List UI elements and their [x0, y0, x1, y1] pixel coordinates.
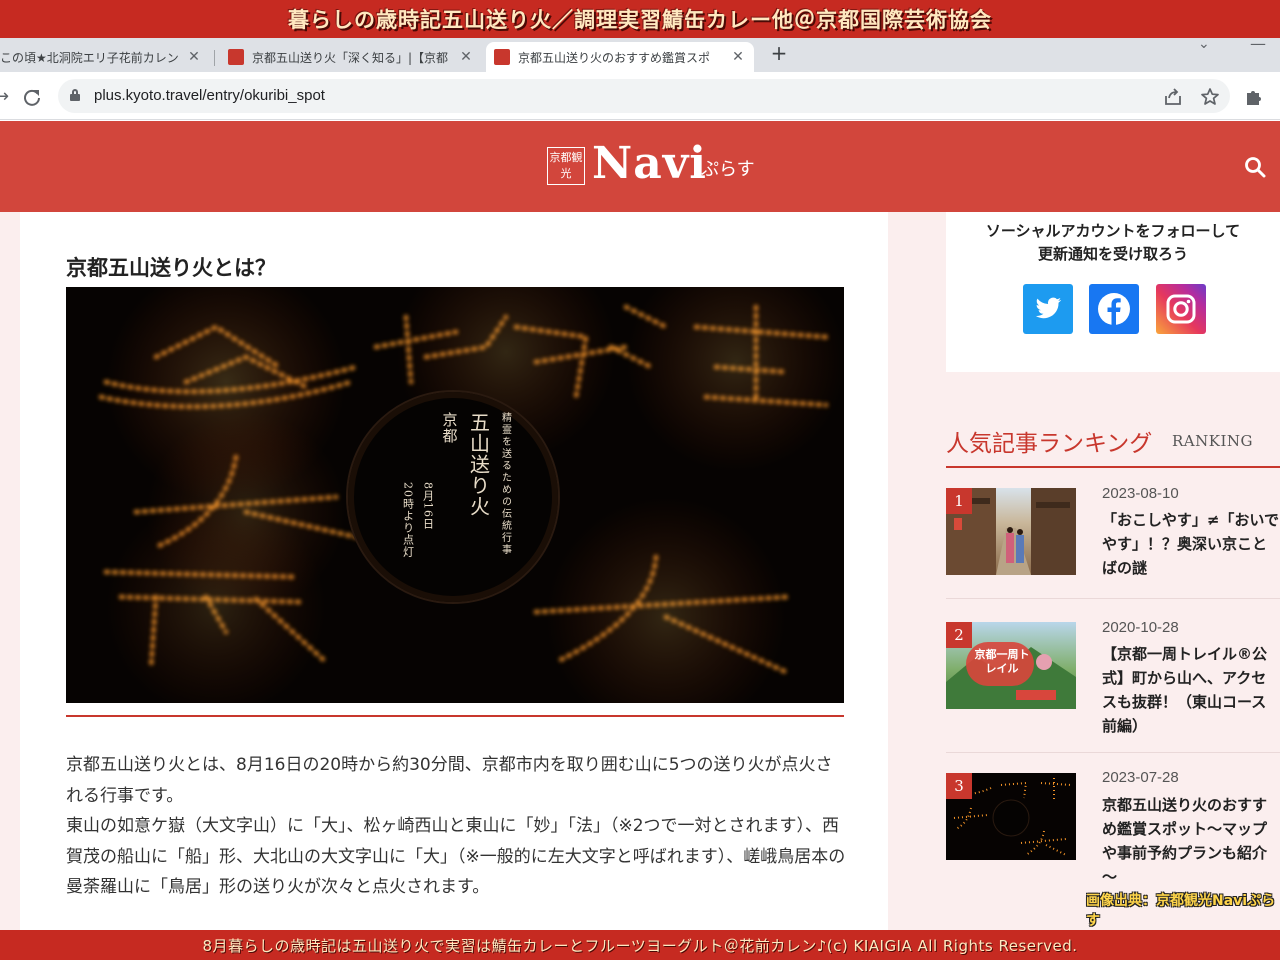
site-logo-sub[interactable]: ぷらす — [701, 155, 755, 181]
social-follow-line2: 更新通知を受け取ろう — [1037, 245, 1188, 263]
article-paragraph: 京都五山送り火とは、8月16日の20時から約30分間、京都市内を取り囲む山に5つ… — [66, 755, 833, 806]
reload-icon[interactable] — [22, 87, 42, 107]
trail-thumb-text: 京都一周トレイル — [974, 648, 1030, 675]
ranking-date-2: 2020-10-28 — [1102, 619, 1179, 636]
tab-1-label: この頃★北洞院エリ子花前カレン — [0, 50, 178, 65]
share-icon[interactable] — [1163, 87, 1183, 107]
hero-caption-line1: 精霊を送るための伝統行事 — [499, 412, 511, 556]
tab-search-chevron-icon[interactable]: ⌄ — [1198, 36, 1210, 52]
site-logo-navi[interactable]: Navi — [592, 138, 707, 189]
ranking-separator — [946, 598, 1280, 599]
site-logo-mark[interactable]: 京都観光 — [547, 147, 585, 185]
bottom-banner-text: 8月暮らしの歳時記は五山送り火で実習は鯖缶カレーとフルーツヨーグルト＠花前カレン… — [202, 936, 1078, 955]
hero-caption-line5: 20時より点灯 — [401, 482, 415, 558]
ranking-date-3: 2023-07-28 — [1102, 769, 1179, 786]
section-title: 京都五山送り火とは？ — [66, 256, 276, 280]
site-favicon-icon — [494, 49, 510, 65]
tab-3-active[interactable]: 京都五山送り火のおすすめ鑑賞スポ ✕ — [486, 42, 754, 72]
tab-close-icon[interactable]: ✕ — [186, 49, 202, 65]
instagram-icon — [1166, 294, 1196, 324]
twitter-bird-icon — [1035, 297, 1062, 319]
search-icon[interactable] — [1244, 156, 1266, 178]
hero-caption: 精霊を送るための伝統行事 五山送り火 京都 8月16日 20時より点灯 — [396, 412, 516, 582]
hero-caption-line4: 8月16日 — [421, 482, 435, 530]
tab-separator — [214, 50, 215, 66]
ranking-separator — [946, 752, 1280, 753]
hero-caption-line3: 五山送り火 — [466, 412, 491, 517]
top-banner-text: 暮らしの歳時記五山送り火／調理実習鯖缶カレー他＠京都国際芸術協会 — [288, 8, 992, 32]
arrow-left-icon[interactable]: → — [0, 86, 9, 107]
okuribi-hero-image: 精霊を送るための伝統行事 五山送り火 京都 8月16日 20時より点灯 — [66, 287, 844, 703]
article-body: 京都五山送り火とは、8月16日の20時から約30分間、京都市内を取り囲む山に5つ… — [66, 750, 846, 903]
hero-caption-line2: 京都 — [440, 412, 459, 444]
ranking-number-3: 3 — [946, 773, 972, 799]
minimize-icon[interactable]: — — [1250, 34, 1266, 53]
tab-2-label: 京都五山送り火「深く知る」|【京都 — [252, 50, 449, 65]
social-follow-text: ソーシャルアカウントをフォローして 更新通知を受け取ろう — [946, 220, 1280, 266]
facebook-icon — [1098, 293, 1130, 325]
new-tab-button[interactable]: + — [768, 42, 790, 64]
instagram-button[interactable] — [1156, 284, 1206, 334]
image-credit: 画像出典：京都観光Naviぷらす — [1086, 893, 1276, 929]
ranking-number-1: 1 — [946, 488, 972, 514]
twitter-button[interactable] — [1023, 284, 1073, 334]
ranking-en-label: RANKING — [1172, 432, 1253, 450]
ranking-date-1: 2023-08-10 — [1102, 485, 1179, 502]
tab-bar: この頃★北洞院エリ子花前カレン ✕ 京都五山送り火「深く知る」|【京都 ✕ 京都… — [0, 38, 1280, 72]
tab-2[interactable]: 京都五山送り火「深く知る」|【京都 ✕ — [220, 42, 482, 72]
top-banner: 暮らしの歳時記五山送り火／調理実習鯖缶カレー他＠京都国際芸術協会 — [0, 0, 1280, 38]
ranking-number-2: 2 — [946, 622, 972, 648]
bottom-banner: 8月暮らしの歳時記は五山送り火で実習は鯖缶カレーとフルーツヨーグルト＠花前カレン… — [0, 930, 1280, 960]
ranking-title-1[interactable]: 「おこしやす」≠「おいでやす」！？奥深い京ことばの謎 — [1102, 508, 1280, 580]
tab-3-label: 京都五山送り火のおすすめ鑑賞スポ — [518, 50, 711, 65]
facebook-button[interactable] — [1089, 284, 1139, 334]
social-follow-line1: ソーシャルアカウントをフォローして — [985, 222, 1241, 240]
ranking-title-3[interactable]: 京都五山送り火のおすすめ鑑賞スポット～マップや事前予約プランも紹介～ — [1102, 793, 1280, 889]
lock-icon[interactable] — [70, 89, 80, 101]
section-divider — [66, 715, 844, 717]
tab-1[interactable]: この頃★北洞院エリ子花前カレン ✕ — [0, 42, 210, 72]
url-text[interactable]: plus.kyoto.travel/entry/okuribi_spot — [94, 87, 325, 104]
site-favicon-icon — [228, 49, 244, 65]
tab-close-icon[interactable]: ✕ — [730, 49, 746, 65]
star-icon[interactable] — [1200, 87, 1220, 107]
article-paragraph: 東山の如意ケ嶽（大文字山）に「大」、松ヶ崎西山と東山に「妙」「法」（※2つで一対… — [66, 816, 846, 897]
tab-close-icon[interactable]: ✕ — [458, 49, 474, 65]
ranking-title: 人気記事ランキング — [946, 431, 1153, 457]
puzzle-icon[interactable] — [1244, 87, 1264, 107]
ranking-title-2[interactable]: 【京都一周トレイル®公式】町から山へ、アクセスも抜群！（東山コース前編） — [1102, 642, 1280, 738]
ranking-divider — [946, 466, 1280, 468]
